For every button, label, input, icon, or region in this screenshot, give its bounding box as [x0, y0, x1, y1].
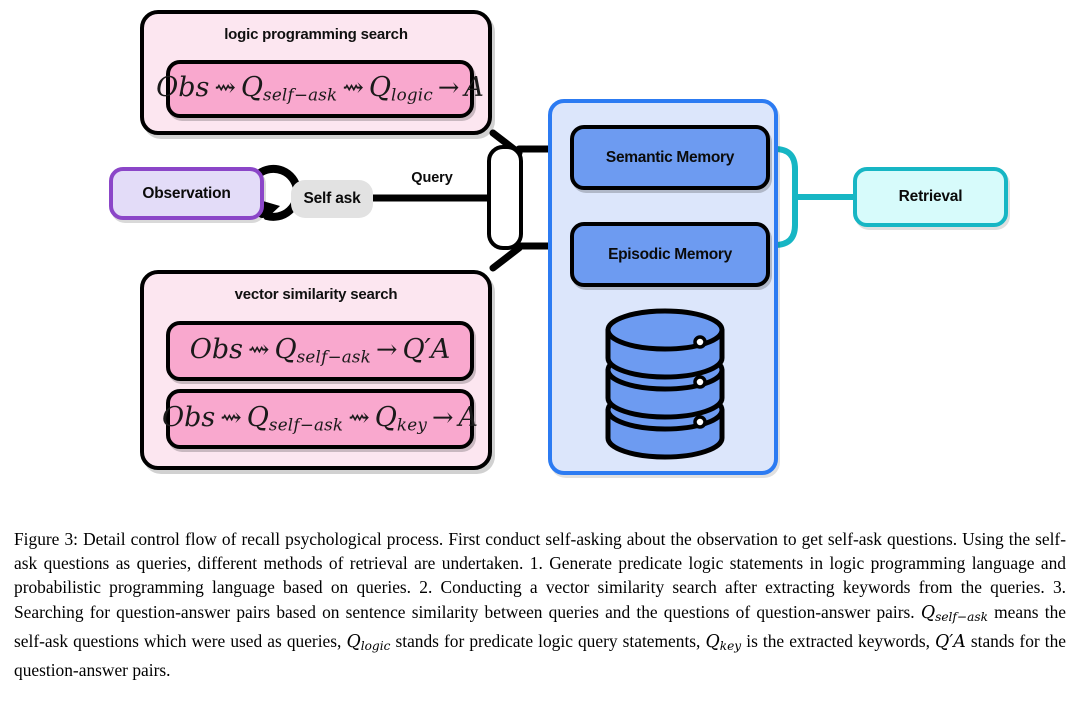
vector-formula-box-1: Obs ⇝ Qself−ask → Q′A: [166, 321, 474, 381]
figure-diagram: logic programming search Obs ⇝ Qself−ask ⇝ Q…: [0, 0, 1080, 500]
vector-panel-title: vector similarity search: [234, 286, 398, 303]
caption-part-4: is the extracted keywords,: [741, 630, 936, 651]
memory-container: Semantic Memory Episodic Memory: [548, 99, 778, 475]
caption-part-3: stands for predicate logic query stateme…: [390, 630, 706, 651]
logic-panel-title: logic programming search: [224, 26, 408, 43]
caption-math-q-key: Qkey: [705, 631, 742, 653]
episodic-memory-node[interactable]: Episodic Memory: [570, 222, 770, 287]
query-edge-label: Query: [411, 170, 453, 186]
vector-formula-box-2: Obs ⇝ Qself−ask ⇝ Qkey → A: [162, 389, 478, 449]
caption-math-q-self-ask: Qself−ask: [920, 602, 988, 624]
logic-programming-search-panel: logic programming search Obs ⇝ Qself−ask ⇝ Q…: [140, 10, 492, 135]
caption-part-1: Detail control flow of recall psychologi…: [14, 529, 1066, 622]
semantic-memory-label: Semantic Memory: [605, 148, 735, 166]
observation-label: Observation: [142, 184, 231, 202]
logic-formula-box: Obs ⇝ Qself−ask ⇝ Qlogic → A: [156, 60, 484, 118]
caption-label: Figure 3:: [14, 529, 78, 549]
retrieval-label: Retrieval: [898, 188, 963, 205]
vector-formula-2: Obs ⇝ Qself−ask ⇝ Qkey → A: [162, 402, 478, 435]
episodic-memory-label: Episodic Memory: [608, 245, 732, 263]
observation-node[interactable]: Observation: [109, 167, 264, 220]
semantic-memory-node[interactable]: Semantic Memory: [570, 125, 770, 190]
self-ask-label: Self ask: [303, 190, 361, 207]
database-cylinder-icon: [605, 308, 725, 460]
figure-caption: Figure 3: Detail control flow of recall …: [14, 527, 1066, 682]
retrieval-node[interactable]: Retrieval: [853, 167, 1008, 227]
vector-formula-1: Obs ⇝ Qself−ask → Q′A: [189, 334, 451, 367]
vector-similarity-search-panel: vector similarity search Obs ⇝ Qself−ask → Q…: [140, 270, 492, 470]
caption-math-q-logic: Qlogic: [346, 631, 391, 653]
query-junction-node: [487, 145, 523, 250]
logic-formula: Obs ⇝ Qself−ask ⇝ Qlogic → A: [156, 72, 484, 105]
self-ask-node[interactable]: Self ask: [291, 180, 373, 218]
caption-math-qa-pairs: Q′A: [935, 631, 966, 652]
